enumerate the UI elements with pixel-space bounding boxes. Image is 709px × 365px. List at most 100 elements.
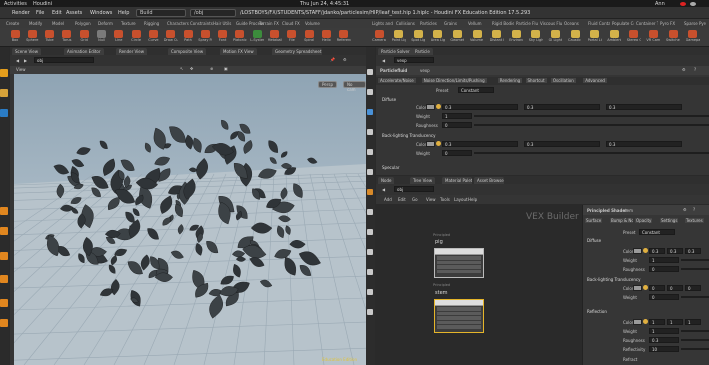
param-slider[interactable] — [681, 259, 709, 261]
persp-menu[interactable]: Persp — [318, 81, 337, 88]
display-option-icon[interactable] — [367, 89, 373, 95]
shelf-tool-curve[interactable]: Curve — [146, 30, 160, 42]
param-field[interactable]: 0 — [667, 285, 683, 291]
param-subtab[interactable]: Advanced — [583, 78, 607, 83]
shelf-tab[interactable]: Oceans — [564, 21, 579, 26]
network-menu-edit[interactable]: Edit — [398, 197, 406, 202]
menu-help[interactable]: Help — [118, 10, 129, 16]
shelf-tab[interactable]: Particles — [420, 21, 437, 26]
color-swatch[interactable] — [633, 285, 642, 291]
network-menu-help[interactable]: Help — [468, 197, 477, 202]
shelf-tool-switcher[interactable]: Switcher — [666, 30, 680, 42]
shelf-tool-gamepad-camera[interactable]: Gamepad Camera — [686, 30, 700, 42]
shelf-tool-geometry-light[interactable]: Geometry Light — [450, 30, 464, 42]
shelf-tool-spiral[interactable]: Spiral — [302, 30, 316, 42]
shelf-tab[interactable]: Modify — [29, 21, 42, 26]
shelf-tool-l-system[interactable]: L-System — [250, 30, 264, 42]
param-slider[interactable] — [681, 348, 709, 350]
display-option-icon[interactable] — [367, 309, 373, 315]
shelf-tab[interactable]: Sparse Pyro FX — [684, 21, 706, 26]
param-slider[interactable] — [474, 152, 709, 154]
shelf-tab[interactable]: Constraints — [190, 21, 213, 26]
shelf-tool-platonic[interactable]: Platonic — [233, 30, 247, 42]
pin-icon[interactable]: 📌 — [330, 57, 335, 62]
help-icon[interactable]: ? — [694, 67, 696, 72]
param-field[interactable]: 0.3 — [524, 141, 600, 147]
param-field[interactable]: 0.3 — [524, 104, 600, 110]
back-arrow-icon[interactable]: ◀ — [382, 58, 385, 63]
shelf-tool-draw-curve[interactable]: Draw Curve — [164, 30, 178, 42]
view-tool-icon[interactable] — [0, 252, 8, 260]
display-option-icon[interactable] — [367, 289, 373, 295]
tab-particle[interactable]: Particle — [412, 48, 433, 55]
display-option-icon[interactable] — [367, 149, 373, 155]
menu-file[interactable]: File — [36, 10, 44, 16]
preset-menu[interactable]: Constant — [639, 229, 675, 235]
forward-arrow-icon[interactable]: ▶ — [24, 58, 27, 63]
network-menu-view[interactable]: View — [426, 197, 436, 202]
display-option-icon[interactable] — [367, 249, 373, 255]
preset-menu[interactable]: Constant — [458, 87, 494, 93]
shelf-tool-environment-light[interactable]: Environment Light — [509, 30, 523, 42]
color-picker-icon[interactable] — [643, 319, 648, 324]
shelf-tab[interactable]: Vellum — [468, 21, 482, 26]
network-menu-go[interactable]: Go — [412, 197, 418, 202]
display-option-icon[interactable] — [367, 129, 373, 135]
camera-icon[interactable]: ▣ — [224, 66, 228, 71]
param-slider[interactable] — [681, 330, 709, 332]
snap-icon[interactable]: ⊕ — [210, 66, 213, 71]
shelf-tool-spot-light[interactable]: Spot Light — [411, 30, 425, 42]
close-dot-icon[interactable] — [680, 2, 686, 6]
shelf-tab[interactable]: Rigging — [144, 21, 159, 26]
param-slider[interactable] — [474, 115, 709, 117]
param-subtab[interactable]: Oscillation — [550, 78, 576, 83]
viewport-tab[interactable]: Motion FX View — [220, 48, 257, 55]
shelf-tab[interactable]: Cloud FX — [282, 21, 300, 26]
shelf-tab[interactable]: Polygon — [75, 21, 91, 26]
section-diffuse[interactable]: Diffuse — [382, 97, 396, 102]
shelf-tab[interactable]: Terrain FX — [259, 21, 279, 26]
shelf-tool-box[interactable]: Box — [8, 30, 22, 42]
shader-tab[interactable]: Bump & Normals — [610, 218, 633, 223]
shelf-tab[interactable]: Deform — [98, 21, 113, 26]
param-field[interactable]: 1 — [649, 319, 665, 325]
shelf-tab[interactable]: Fluid Containers — [588, 21, 610, 26]
shelf-tool-spray-paint[interactable]: Spray Paint — [198, 30, 212, 42]
shelf-tab[interactable]: Particle Fluids — [516, 21, 538, 26]
shelf-tool-gi-light[interactable]: GI Light — [548, 30, 562, 42]
shelf-tool-file[interactable]: File — [285, 30, 299, 42]
display-option-icon[interactable] — [367, 169, 373, 175]
node-label-stem[interactable]: stem — [435, 290, 448, 296]
gear-icon[interactable]: ⚙ — [683, 207, 687, 212]
shelf-tool-sphere[interactable]: Sphere — [25, 30, 39, 42]
maximize-dot-icon[interactable] — [690, 2, 696, 6]
shelf-tool-helix[interactable]: Helix — [319, 30, 333, 42]
shelf-tab[interactable]: Container Tools — [636, 21, 658, 26]
shelf-tool-circle[interactable]: Circle — [129, 30, 143, 42]
pose-tool-icon[interactable] — [0, 227, 8, 235]
param-field[interactable]: 0 — [442, 150, 472, 156]
render-region-icon[interactable] — [0, 275, 8, 283]
viewport-tab[interactable]: Composite View — [168, 48, 207, 55]
shelf-tab[interactable]: Grains — [444, 21, 457, 26]
param-field[interactable]: 0.3 — [649, 337, 679, 343]
shader-node-stem[interactable] — [434, 299, 484, 333]
shelf-tab[interactable]: Texture — [121, 21, 136, 26]
shelf-tool-point-light[interactable]: Point Light — [392, 30, 406, 42]
param-subtab[interactable]: Rendering — [497, 78, 523, 83]
shelf-tool-camera[interactable]: Camera — [372, 30, 386, 42]
handle-tool-icon[interactable] — [0, 207, 8, 215]
param-field[interactable]: 1 — [442, 113, 472, 119]
back-arrow-icon[interactable]: ◀ — [16, 58, 19, 63]
param-field[interactable]: 0 — [442, 122, 472, 128]
camera-menu[interactable]: No cam — [343, 81, 366, 92]
shelf-tool-vr-camera[interactable]: VR Camera — [646, 30, 660, 42]
shelf-tab[interactable]: Rigid Bodies — [492, 21, 514, 26]
network-menu-tools[interactable]: Tools — [440, 197, 450, 202]
tab-particle-solver[interactable]: Particle Solver — [378, 48, 413, 55]
shelf-tool-torus[interactable]: Torus — [60, 30, 74, 42]
color-swatch[interactable] — [633, 319, 642, 325]
color-swatch[interactable] — [633, 248, 642, 254]
network-tab[interactable]: Node — [378, 177, 395, 184]
param-subtab[interactable]: Shortcut — [525, 78, 547, 83]
